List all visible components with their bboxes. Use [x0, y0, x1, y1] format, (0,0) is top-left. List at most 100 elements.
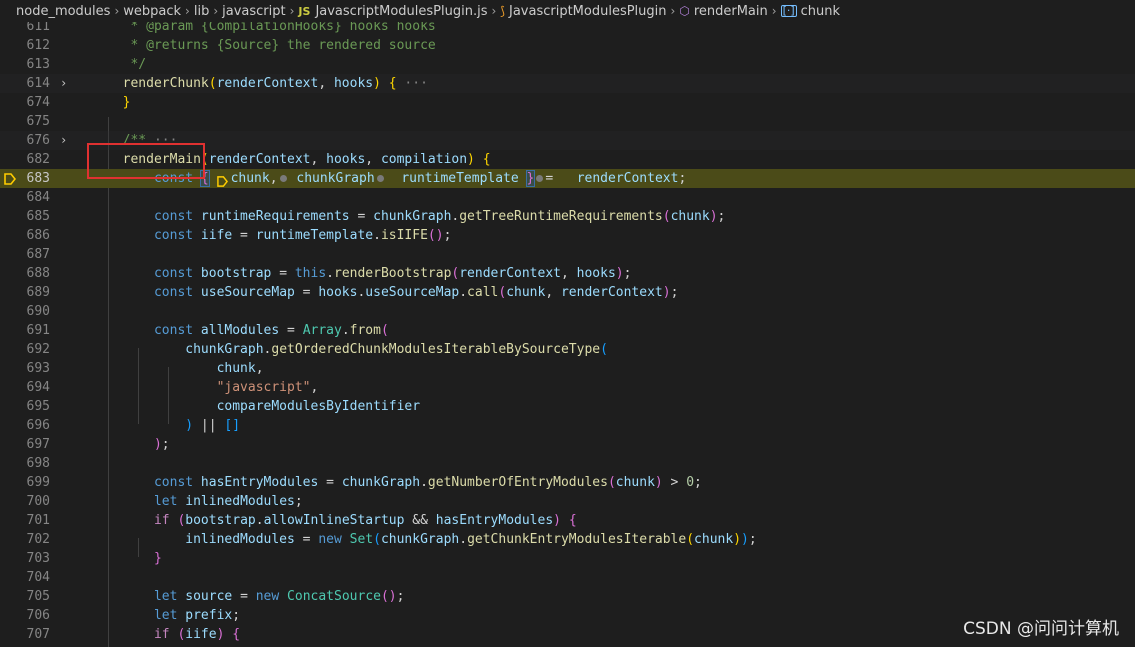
code-token: * @param {CompilationHooks} hooks hooks: [107, 22, 436, 34]
code-line[interactable]: 698: [0, 454, 1135, 473]
code-line[interactable]: 613 */: [0, 55, 1135, 74]
code-token: .: [420, 475, 428, 490]
crumb-method[interactable]: renderMain: [694, 4, 768, 19]
code-token: (): [427, 228, 444, 243]
code-token: renderChunk: [107, 76, 209, 91]
code-line[interactable]: 700 let inlinedModules;: [0, 492, 1135, 511]
code-token: allowInlineStartup: [263, 513, 405, 528]
code-line[interactable]: 696 ) || []: [0, 416, 1135, 435]
code-line[interactable]: 702 inlinedModules = new Set(chunkGraph.…: [0, 530, 1135, 549]
code-line[interactable]: 687: [0, 245, 1135, 264]
code-token: ): [662, 285, 671, 300]
fold-chevron-icon[interactable]: ›: [60, 74, 72, 93]
code-text[interactable]: let prefix;: [107, 606, 240, 625]
code-line[interactable]: 704: [0, 568, 1135, 587]
code-line[interactable]: 685 const runtimeRequirements = chunkGra…: [0, 207, 1135, 226]
code-token: hasEntryModules: [435, 513, 554, 528]
code-text[interactable]: * @returns {Source} the rendered source: [107, 36, 435, 55]
code-line[interactable]: 614 › renderChunk(renderContext, hooks) {…: [0, 74, 1135, 93]
code-text[interactable]: const bootstrap = this.renderBootstrap(r…: [107, 264, 631, 283]
code-text[interactable]: * @param {CompilationHooks} hooks hooks: [107, 22, 436, 36]
inline-breakpoint-icon[interactable]: [216, 174, 228, 187]
crumb-webpack[interactable]: webpack: [123, 4, 181, 19]
code-text[interactable]: renderChunk(renderContext, hooks) { ···: [107, 74, 428, 93]
code-token: =: [271, 266, 295, 281]
code-text[interactable]: chunk,: [107, 359, 264, 378]
code-line[interactable]: 701 if (bootstrap.allowInlineStartup && …: [0, 511, 1135, 530]
code-token: const: [107, 209, 194, 224]
code-line[interactable]: 611 * @param {CompilationHooks} hooks ho…: [0, 22, 1135, 36]
code-token: ,: [310, 152, 327, 167]
code-token: ): [709, 209, 718, 224]
code-text[interactable]: if (bootstrap.allowInlineStartup && hasE…: [107, 511, 577, 530]
code-line[interactable]: 612 * @returns {Source} the rendered sou…: [0, 36, 1135, 55]
code-line[interactable]: 686 const iife = runtimeTemplate.isIIFE(…: [0, 226, 1135, 245]
code-text[interactable]: inlinedModules = new Set(chunkGraph.getC…: [107, 530, 756, 549]
code-text[interactable]: ) || []: [107, 416, 240, 435]
inline-breakpoint-dot-icon[interactable]: [536, 175, 544, 182]
debug-current-line-icon[interactable]: [4, 172, 17, 185]
code-line[interactable]: 688 const bootstrap = this.renderBootstr…: [0, 264, 1135, 283]
code-token: prefix: [185, 608, 233, 623]
code-editor[interactable]: 611 * @param {CompilationHooks} hooks ho…: [0, 22, 1135, 647]
code-line[interactable]: 689 const useSourceMap = hooks.useSource…: [0, 283, 1135, 302]
code-line[interactable]: 697 );: [0, 435, 1135, 454]
code-text[interactable]: let inlinedModules;: [107, 492, 303, 511]
crumb-node-modules[interactable]: node_modules: [16, 4, 110, 19]
code-text[interactable]: const runtimeRequirements = chunkGraph.g…: [107, 207, 725, 226]
code-token: new: [318, 532, 342, 547]
code-token: inlinedModules: [107, 532, 295, 547]
code-text[interactable]: chunkGraph.getOrderedChunkModulesIterabl…: [107, 340, 608, 359]
inline-breakpoint-dot-icon[interactable]: [279, 175, 287, 182]
code-line[interactable]: 684: [0, 188, 1135, 207]
javascript-file-icon: JS: [298, 4, 311, 18]
code-line[interactable]: 699 const hasEntryModules = chunkGraph.g…: [0, 473, 1135, 492]
code-line[interactable]: 694 "javascript",: [0, 378, 1135, 397]
code-text[interactable]: const hasEntryModules = chunkGraph.getNu…: [107, 473, 702, 492]
code-text[interactable]: if (iife) {: [107, 625, 240, 644]
line-number: 682: [26, 152, 50, 167]
line-number: 683: [26, 171, 50, 186]
crumb-javascript[interactable]: javascript: [222, 4, 285, 19]
code-token: useSourceMap: [200, 285, 295, 300]
inline-breakpoint-dot-icon[interactable]: [376, 175, 384, 182]
crumb-variable[interactable]: chunk: [801, 4, 840, 19]
code-token: ;: [678, 171, 687, 186]
code-text[interactable]: const allModules = Array.from(: [107, 321, 389, 340]
code-line[interactable]: 690: [0, 302, 1135, 321]
code-token: (: [607, 475, 616, 490]
code-line[interactable]: 674 }: [0, 93, 1135, 112]
code-token: */: [107, 57, 147, 72]
code-token: const: [107, 228, 194, 243]
code-token: chunkGraph: [107, 342, 264, 357]
code-line[interactable]: 703 }: [0, 549, 1135, 568]
code-text[interactable]: const useSourceMap = hooks.useSourceMap.…: [107, 283, 678, 302]
code-text[interactable]: );: [107, 435, 170, 454]
code-line[interactable]: 675: [0, 112, 1135, 131]
code-text[interactable]: }: [107, 549, 162, 568]
method-icon: ⬡: [679, 4, 690, 18]
code-line[interactable]: 691 const allModules = Array.from(: [0, 321, 1135, 340]
code-line[interactable]: 705 let source = new ConcatSource();: [0, 587, 1135, 606]
code-line[interactable]: 692 chunkGraph.getOrderedChunkModulesIte…: [0, 340, 1135, 359]
code-text[interactable]: }: [107, 93, 131, 112]
code-text[interactable]: const iife = runtimeTemplate.isIIFE();: [107, 226, 451, 245]
code-token: runtimeRequirements: [200, 209, 350, 224]
crumb-lib[interactable]: lib: [194, 4, 209, 19]
crumb-file[interactable]: JavascriptModulesPlugin.js: [315, 4, 487, 19]
code-text[interactable]: "javascript",: [107, 378, 319, 397]
fold-chevron-icon[interactable]: ›: [60, 131, 72, 150]
code-token: compilation: [380, 152, 468, 167]
crumb-class[interactable]: JavascriptModulesPlugin: [509, 4, 667, 19]
code-text[interactable]: compareModulesByIdentifier: [107, 397, 421, 416]
code-text[interactable]: let source = new ConcatSource();: [107, 587, 405, 606]
code-token: ;: [623, 266, 632, 281]
code-text[interactable]: */: [107, 55, 146, 74]
line-number: 688: [26, 266, 50, 281]
code-token: }: [525, 170, 536, 187]
code-line[interactable]: 693 chunk,: [0, 359, 1135, 378]
code-line[interactable]: 695 compareModulesByIdentifier: [0, 397, 1135, 416]
